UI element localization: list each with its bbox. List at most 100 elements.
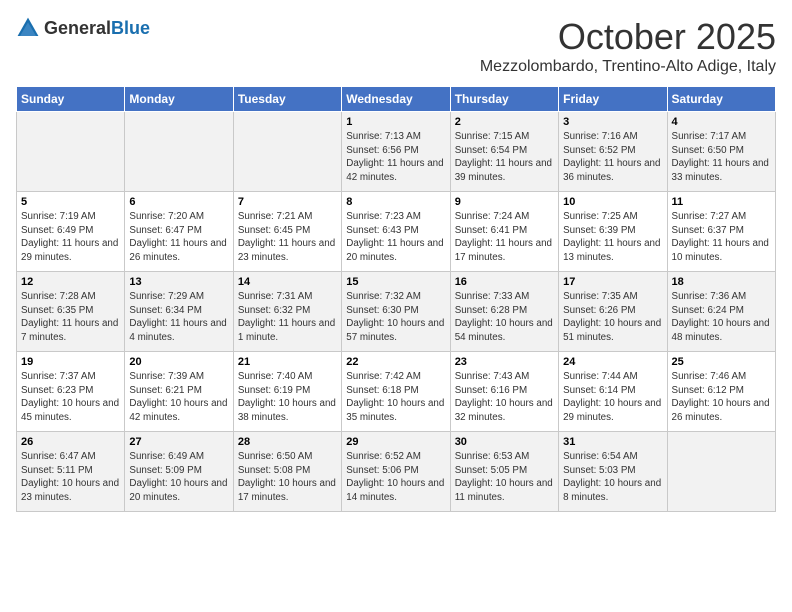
title-block: October 2025 Mezzolombardo, Trentino-Alt…	[480, 16, 776, 76]
day-number: 21	[238, 356, 337, 368]
calendar-cell	[17, 112, 125, 192]
calendar-cell: 7 Sunrise: 7:21 AMSunset: 6:45 PMDaylight…	[233, 192, 341, 272]
day-number: 4	[672, 116, 771, 128]
day-info: Sunrise: 7:32 AMSunset: 6:30 PMDaylight:…	[346, 290, 445, 345]
day-number: 28	[238, 436, 337, 448]
dow-header-monday: Monday	[125, 87, 233, 112]
calendar-cell: 16 Sunrise: 7:33 AMSunset: 6:28 PMDayligh…	[450, 272, 558, 352]
day-number: 25	[672, 356, 771, 368]
day-info: Sunrise: 6:54 AMSunset: 5:03 PMDaylight:…	[563, 450, 662, 505]
calendar-cell: 25 Sunrise: 7:46 AMSunset: 6:12 PMDayligh…	[667, 352, 775, 432]
day-number: 12	[21, 276, 120, 288]
day-info: Sunrise: 7:21 AMSunset: 6:45 PMDaylight:…	[238, 210, 337, 265]
calendar-week-3: 12Sunrise: 7:28 AMSunset: 6:35 PMDayligh…	[17, 272, 776, 352]
day-number: 17	[563, 276, 662, 288]
calendar-cell: 9Sunrise: 7:24 AMSunset: 6:41 PMDaylight…	[450, 192, 558, 272]
dow-header-wednesday: Wednesday	[342, 87, 450, 112]
day-number: 11	[672, 196, 771, 208]
dow-header-friday: Friday	[559, 87, 667, 112]
calendar-cell: 26Sunrise: 6:47 AMSunset: 5:11 PMDayligh…	[17, 432, 125, 512]
day-number: 18	[672, 276, 771, 288]
calendar-cell: 14 Sunrise: 7:31 AMSunset: 6:32 PMDayligh…	[233, 272, 341, 352]
calendar-cell: 13Sunrise: 7:29 AMSunset: 6:34 PMDayligh…	[125, 272, 233, 352]
dow-header-sunday: Sunday	[17, 87, 125, 112]
calendar-table: SundayMondayTuesdayWednesdayThursdayFrid…	[16, 86, 776, 512]
day-info: Sunrise: 7:33 AMSunset: 6:28 PMDaylight:…	[455, 290, 554, 345]
day-info: Sunrise: 7:44 AMSunset: 6:14 PMDaylight:…	[563, 370, 662, 425]
calendar-cell: 12Sunrise: 7:28 AMSunset: 6:35 PMDayligh…	[17, 272, 125, 352]
day-number: 5	[21, 196, 120, 208]
calendar-cell: 21 Sunrise: 7:40 AMSunset: 6:19 PMDayligh…	[233, 352, 341, 432]
dow-header-saturday: Saturday	[667, 87, 775, 112]
calendar-cell: 6 Sunrise: 7:20 AMSunset: 6:47 PMDaylight…	[125, 192, 233, 272]
calendar-cell: 5 Sunrise: 7:19 AMSunset: 6:49 PMDaylight…	[17, 192, 125, 272]
day-number: 15	[346, 276, 445, 288]
day-number: 20	[129, 356, 228, 368]
day-number: 8	[346, 196, 445, 208]
day-info: Sunrise: 6:49 AMSunset: 5:09 PMDaylight:…	[129, 450, 228, 505]
day-info: Sunrise: 6:52 AMSunset: 5:06 PMDaylight:…	[346, 450, 445, 505]
logo-text-blue: Blue	[111, 18, 150, 38]
calendar-cell: 31 Sunrise: 6:54 AMSunset: 5:03 PMDayligh…	[559, 432, 667, 512]
calendar-cell: 28Sunrise: 6:50 AMSunset: 5:08 PMDayligh…	[233, 432, 341, 512]
day-info: Sunrise: 6:53 AMSunset: 5:05 PMDaylight:…	[455, 450, 554, 505]
calendar-cell: 8Sunrise: 7:23 AMSunset: 6:43 PMDaylight…	[342, 192, 450, 272]
calendar-cell: 18Sunrise: 7:36 AMSunset: 6:24 PMDayligh…	[667, 272, 775, 352]
day-number: 19	[21, 356, 120, 368]
day-info: Sunrise: 7:46 AMSunset: 6:12 PMDaylight:…	[672, 370, 771, 425]
day-number: 14	[238, 276, 337, 288]
day-info: Sunrise: 7:20 AMSunset: 6:47 PMDaylight:…	[129, 210, 228, 265]
dow-header-tuesday: Tuesday	[233, 87, 341, 112]
page-header: GeneralBlue October 2025 Mezzolombardo, …	[16, 16, 776, 76]
day-info: Sunrise: 7:40 AMSunset: 6:19 PMDaylight:…	[238, 370, 337, 425]
day-number: 24	[563, 356, 662, 368]
day-number: 22	[346, 356, 445, 368]
calendar-cell	[667, 432, 775, 512]
calendar-cell: 3 Sunrise: 7:16 AMSunset: 6:52 PMDaylight…	[559, 112, 667, 192]
day-number: 10	[563, 196, 662, 208]
calendar-cell: 22Sunrise: 7:42 AMSunset: 6:18 PMDayligh…	[342, 352, 450, 432]
day-info: Sunrise: 7:15 AMSunset: 6:54 PMDaylight:…	[455, 130, 554, 185]
day-info: Sunrise: 7:25 AMSunset: 6:39 PMDaylight:…	[563, 210, 662, 265]
calendar-cell	[125, 112, 233, 192]
calendar-cell: 23 Sunrise: 7:43 AMSunset: 6:16 PMDayligh…	[450, 352, 558, 432]
day-number: 23	[455, 356, 554, 368]
days-of-week-header: SundayMondayTuesdayWednesdayThursdayFrid…	[17, 87, 776, 112]
day-info: Sunrise: 7:13 AMSunset: 6:56 PMDaylight:…	[346, 130, 445, 185]
month-title: October 2025	[480, 16, 776, 58]
dow-header-thursday: Thursday	[450, 87, 558, 112]
day-number: 7	[238, 196, 337, 208]
calendar-week-4: 19 Sunrise: 7:37 AMSunset: 6:23 PMDayligh…	[17, 352, 776, 432]
calendar-cell: 17 Sunrise: 7:35 AMSunset: 6:26 PMDayligh…	[559, 272, 667, 352]
calendar-cell: 1 Sunrise: 7:13 AMSunset: 6:56 PMDaylight…	[342, 112, 450, 192]
day-info: Sunrise: 7:37 AMSunset: 6:23 PMDaylight:…	[21, 370, 120, 425]
day-info: Sunrise: 7:19 AMSunset: 6:49 PMDaylight:…	[21, 210, 120, 265]
day-info: Sunrise: 7:35 AMSunset: 6:26 PMDaylight:…	[563, 290, 662, 345]
day-number: 1	[346, 116, 445, 128]
calendar-cell: 4 Sunrise: 7:17 AMSunset: 6:50 PMDaylight…	[667, 112, 775, 192]
calendar-week-1: 1 Sunrise: 7:13 AMSunset: 6:56 PMDaylight…	[17, 112, 776, 192]
calendar-week-2: 5 Sunrise: 7:19 AMSunset: 6:49 PMDaylight…	[17, 192, 776, 272]
day-number: 13	[129, 276, 228, 288]
day-number: 30	[455, 436, 554, 448]
calendar-cell: 10 Sunrise: 7:25 AMSunset: 6:39 PMDayligh…	[559, 192, 667, 272]
day-info: Sunrise: 7:31 AMSunset: 6:32 PMDaylight:…	[238, 290, 337, 345]
day-number: 29	[346, 436, 445, 448]
day-number: 6	[129, 196, 228, 208]
day-number: 3	[563, 116, 662, 128]
day-number: 16	[455, 276, 554, 288]
logo: GeneralBlue	[16, 16, 150, 40]
day-number: 31	[563, 436, 662, 448]
logo-text-general: General	[44, 18, 111, 38]
calendar-cell: 11Sunrise: 7:27 AMSunset: 6:37 PMDayligh…	[667, 192, 775, 272]
day-info: Sunrise: 7:16 AMSunset: 6:52 PMDaylight:…	[563, 130, 662, 185]
day-info: Sunrise: 7:17 AMSunset: 6:50 PMDaylight:…	[672, 130, 771, 185]
calendar-cell: 19 Sunrise: 7:37 AMSunset: 6:23 PMDayligh…	[17, 352, 125, 432]
day-info: Sunrise: 7:39 AMSunset: 6:21 PMDaylight:…	[129, 370, 228, 425]
logo-icon	[16, 16, 40, 40]
day-number: 2	[455, 116, 554, 128]
day-info: Sunrise: 7:43 AMSunset: 6:16 PMDaylight:…	[455, 370, 554, 425]
calendar-cell: 29 Sunrise: 6:52 AMSunset: 5:06 PMDayligh…	[342, 432, 450, 512]
calendar-cell: 30 Sunrise: 6:53 AMSunset: 5:05 PMDayligh…	[450, 432, 558, 512]
day-number: 26	[21, 436, 120, 448]
